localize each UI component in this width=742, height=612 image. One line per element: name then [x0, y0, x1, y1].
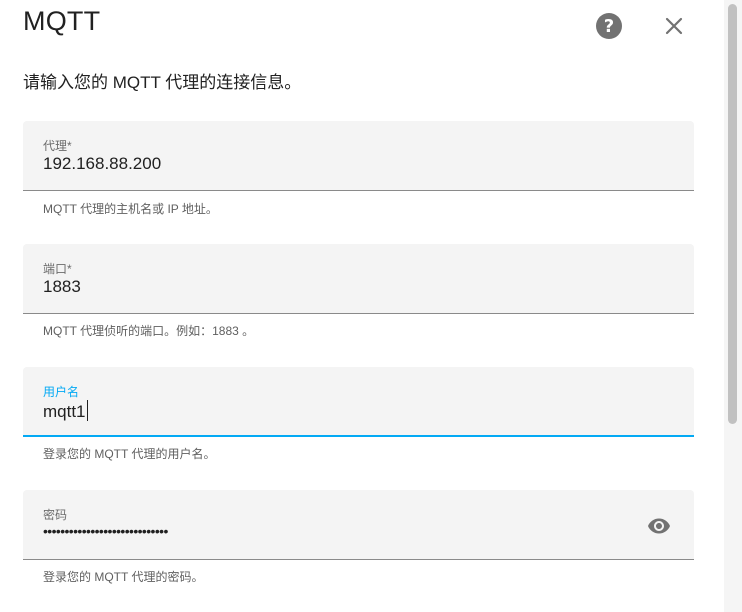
username-label: 用户名: [43, 385, 80, 399]
text-caret: [86, 400, 88, 421]
password-label: 密码: [43, 508, 68, 522]
username-value: mqtt1: [43, 402, 86, 421]
password-helper-text: 登录您的 MQTT 代理的密码。: [43, 570, 204, 584]
port-field[interactable]: 端口* 1883: [23, 244, 694, 314]
close-icon[interactable]: [660, 12, 688, 40]
port-helper-text: MQTT 代理侦听的端口。例如：1883 。: [43, 324, 255, 338]
eye-icon[interactable]: [647, 514, 671, 538]
broker-helper-text: MQTT 代理的主机名或 IP 地址。: [43, 202, 218, 216]
broker-label: 代理*: [43, 139, 72, 153]
broker-field[interactable]: 代理* 192.168.88.200: [23, 121, 694, 191]
username-field[interactable]: 用户名 mqtt1: [23, 367, 694, 437]
username-input[interactable]: mqtt1: [43, 400, 88, 422]
dialog-title: MQTT: [23, 6, 101, 36]
dialog-description: 请输入您的 MQTT 代理的连接信息。: [23, 73, 302, 92]
scrollbar-thumb[interactable]: [728, 4, 737, 424]
password-input[interactable]: •••••••••••••••••••••••••••••: [43, 523, 168, 539]
port-input[interactable]: 1883: [43, 277, 81, 297]
password-field[interactable]: 密码 •••••••••••••••••••••••••••••: [23, 490, 694, 560]
broker-input[interactable]: 192.168.88.200: [43, 154, 161, 174]
port-label: 端口*: [43, 262, 72, 276]
username-helper-text: 登录您的 MQTT 代理的用户名。: [43, 447, 216, 461]
help-icon[interactable]: ?: [596, 13, 622, 39]
